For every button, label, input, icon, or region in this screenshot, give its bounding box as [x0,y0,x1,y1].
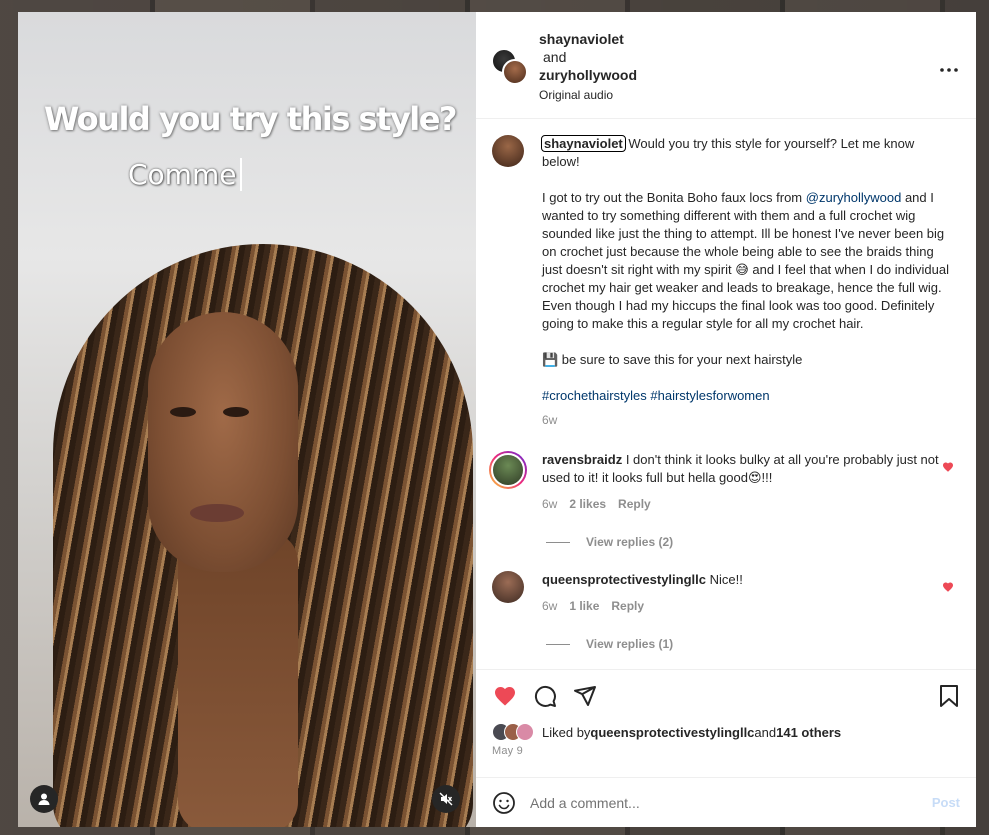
bookmark-icon [940,684,958,707]
post-actions-bar [476,669,976,721]
likes-middle: and [754,724,777,740]
mute-button[interactable] [432,785,460,813]
video-overlay-subtitle: Comme [128,158,243,191]
comment-button[interactable] [532,683,558,709]
heart-filled-icon [495,686,515,705]
post-details-panel: shaynaviolet and zuryhollywood Original … [476,12,976,827]
save-button[interactable] [936,683,962,709]
comment-item: ravensbraidz I don't think it looks bulk… [489,451,960,513]
heart-filled-icon[interactable] [942,461,954,473]
comments-section[interactable]: shaynaviolet Would you try this style fo… [476,119,976,669]
liker-username[interactable]: queensprotectivestylingllc [590,725,754,740]
avatar[interactable] [489,451,527,489]
post-date[interactable]: May 9 [476,741,976,757]
likes-summary: Liked by queensprotectivestylingllc and … [476,721,976,741]
caption-text: I got to try out the Bonita Boho faux lo… [542,190,806,205]
video-subject-eye [170,407,196,417]
speaker-muted-icon [439,792,453,806]
caption-save-line: 💾 be sure to save this for your next hai… [542,352,803,367]
add-comment-bar: Post [476,777,976,827]
video-overlay-title: Would you try this style? [44,100,457,138]
tagged-users-button[interactable] [30,785,58,813]
post-video[interactable]: Would you try this style? Comme [18,12,476,827]
comment-username[interactable]: queensprotectivestylingllc [542,572,706,587]
avatar[interactable] [492,135,524,167]
likes-prefix: Liked by [542,724,591,740]
post-header: shaynaviolet and zuryhollywood Original … [476,12,976,119]
view-replies-label: View replies (2) [586,535,674,549]
view-replies-label: View replies (1) [586,637,674,651]
send-paper-plane-icon [574,685,596,706]
share-button[interactable] [572,683,598,709]
collaborator-username[interactable]: zuryhollywood [539,66,637,84]
caption-username[interactable]: shaynaviolet [541,135,626,152]
more-options-button[interactable] [940,56,958,77]
video-subject-neck [178,532,298,827]
comment-likes-count[interactable]: 2 likes [569,495,606,513]
caption-text: and I wanted to try something different … [542,190,949,331]
caption-mention-link[interactable]: @zuryhollywood [806,190,902,205]
video-subject-lips [190,504,244,522]
comment-item: queensprotectivestylingllc Nice!! 6w 1 l… [492,571,960,615]
view-replies-button[interactable]: View replies (2) [546,535,960,549]
liker-avatars [492,723,534,741]
avatar[interactable] [492,571,524,603]
post-comment-button[interactable]: Post [932,795,960,810]
emoji-icon[interactable] [492,791,516,815]
audio-label[interactable]: Original audio [539,86,637,104]
comment-likes-count[interactable]: 1 like [569,597,599,615]
heart-filled-icon[interactable] [942,581,954,593]
reply-button[interactable]: Reply [611,597,644,615]
like-button[interactable] [492,683,518,709]
comment-time[interactable]: 6w [542,597,557,615]
avatar [502,59,528,85]
collab-avatars[interactable] [492,49,530,89]
post-caption: shaynaviolet Would you try this style fo… [492,135,960,429]
caption-hashtags[interactable]: #crochethairstyles #hairstylesforwomen [542,387,952,405]
more-horizontal-icon [940,68,958,72]
comment-bubble-icon [534,685,556,707]
view-replies-button[interactable]: View replies (1) [546,637,960,651]
comment-username[interactable]: ravensbraidz [542,452,622,467]
author-username[interactable]: shaynaviolet [539,30,637,48]
collab-joiner: and [543,49,567,65]
caption-timestamp[interactable]: 6w [542,411,952,429]
comment-input[interactable] [530,794,910,811]
video-subject-eye [223,407,249,417]
comment-time[interactable]: 6w [542,495,557,513]
comment-text: Nice!! [709,572,743,587]
post-modal: Would you try this style? Comme shaynavi… [18,12,976,827]
video-subject-face [148,312,298,572]
reply-button[interactable]: Reply [618,495,651,513]
likes-others-link[interactable]: 141 others [776,725,841,740]
user-icon [38,793,50,805]
